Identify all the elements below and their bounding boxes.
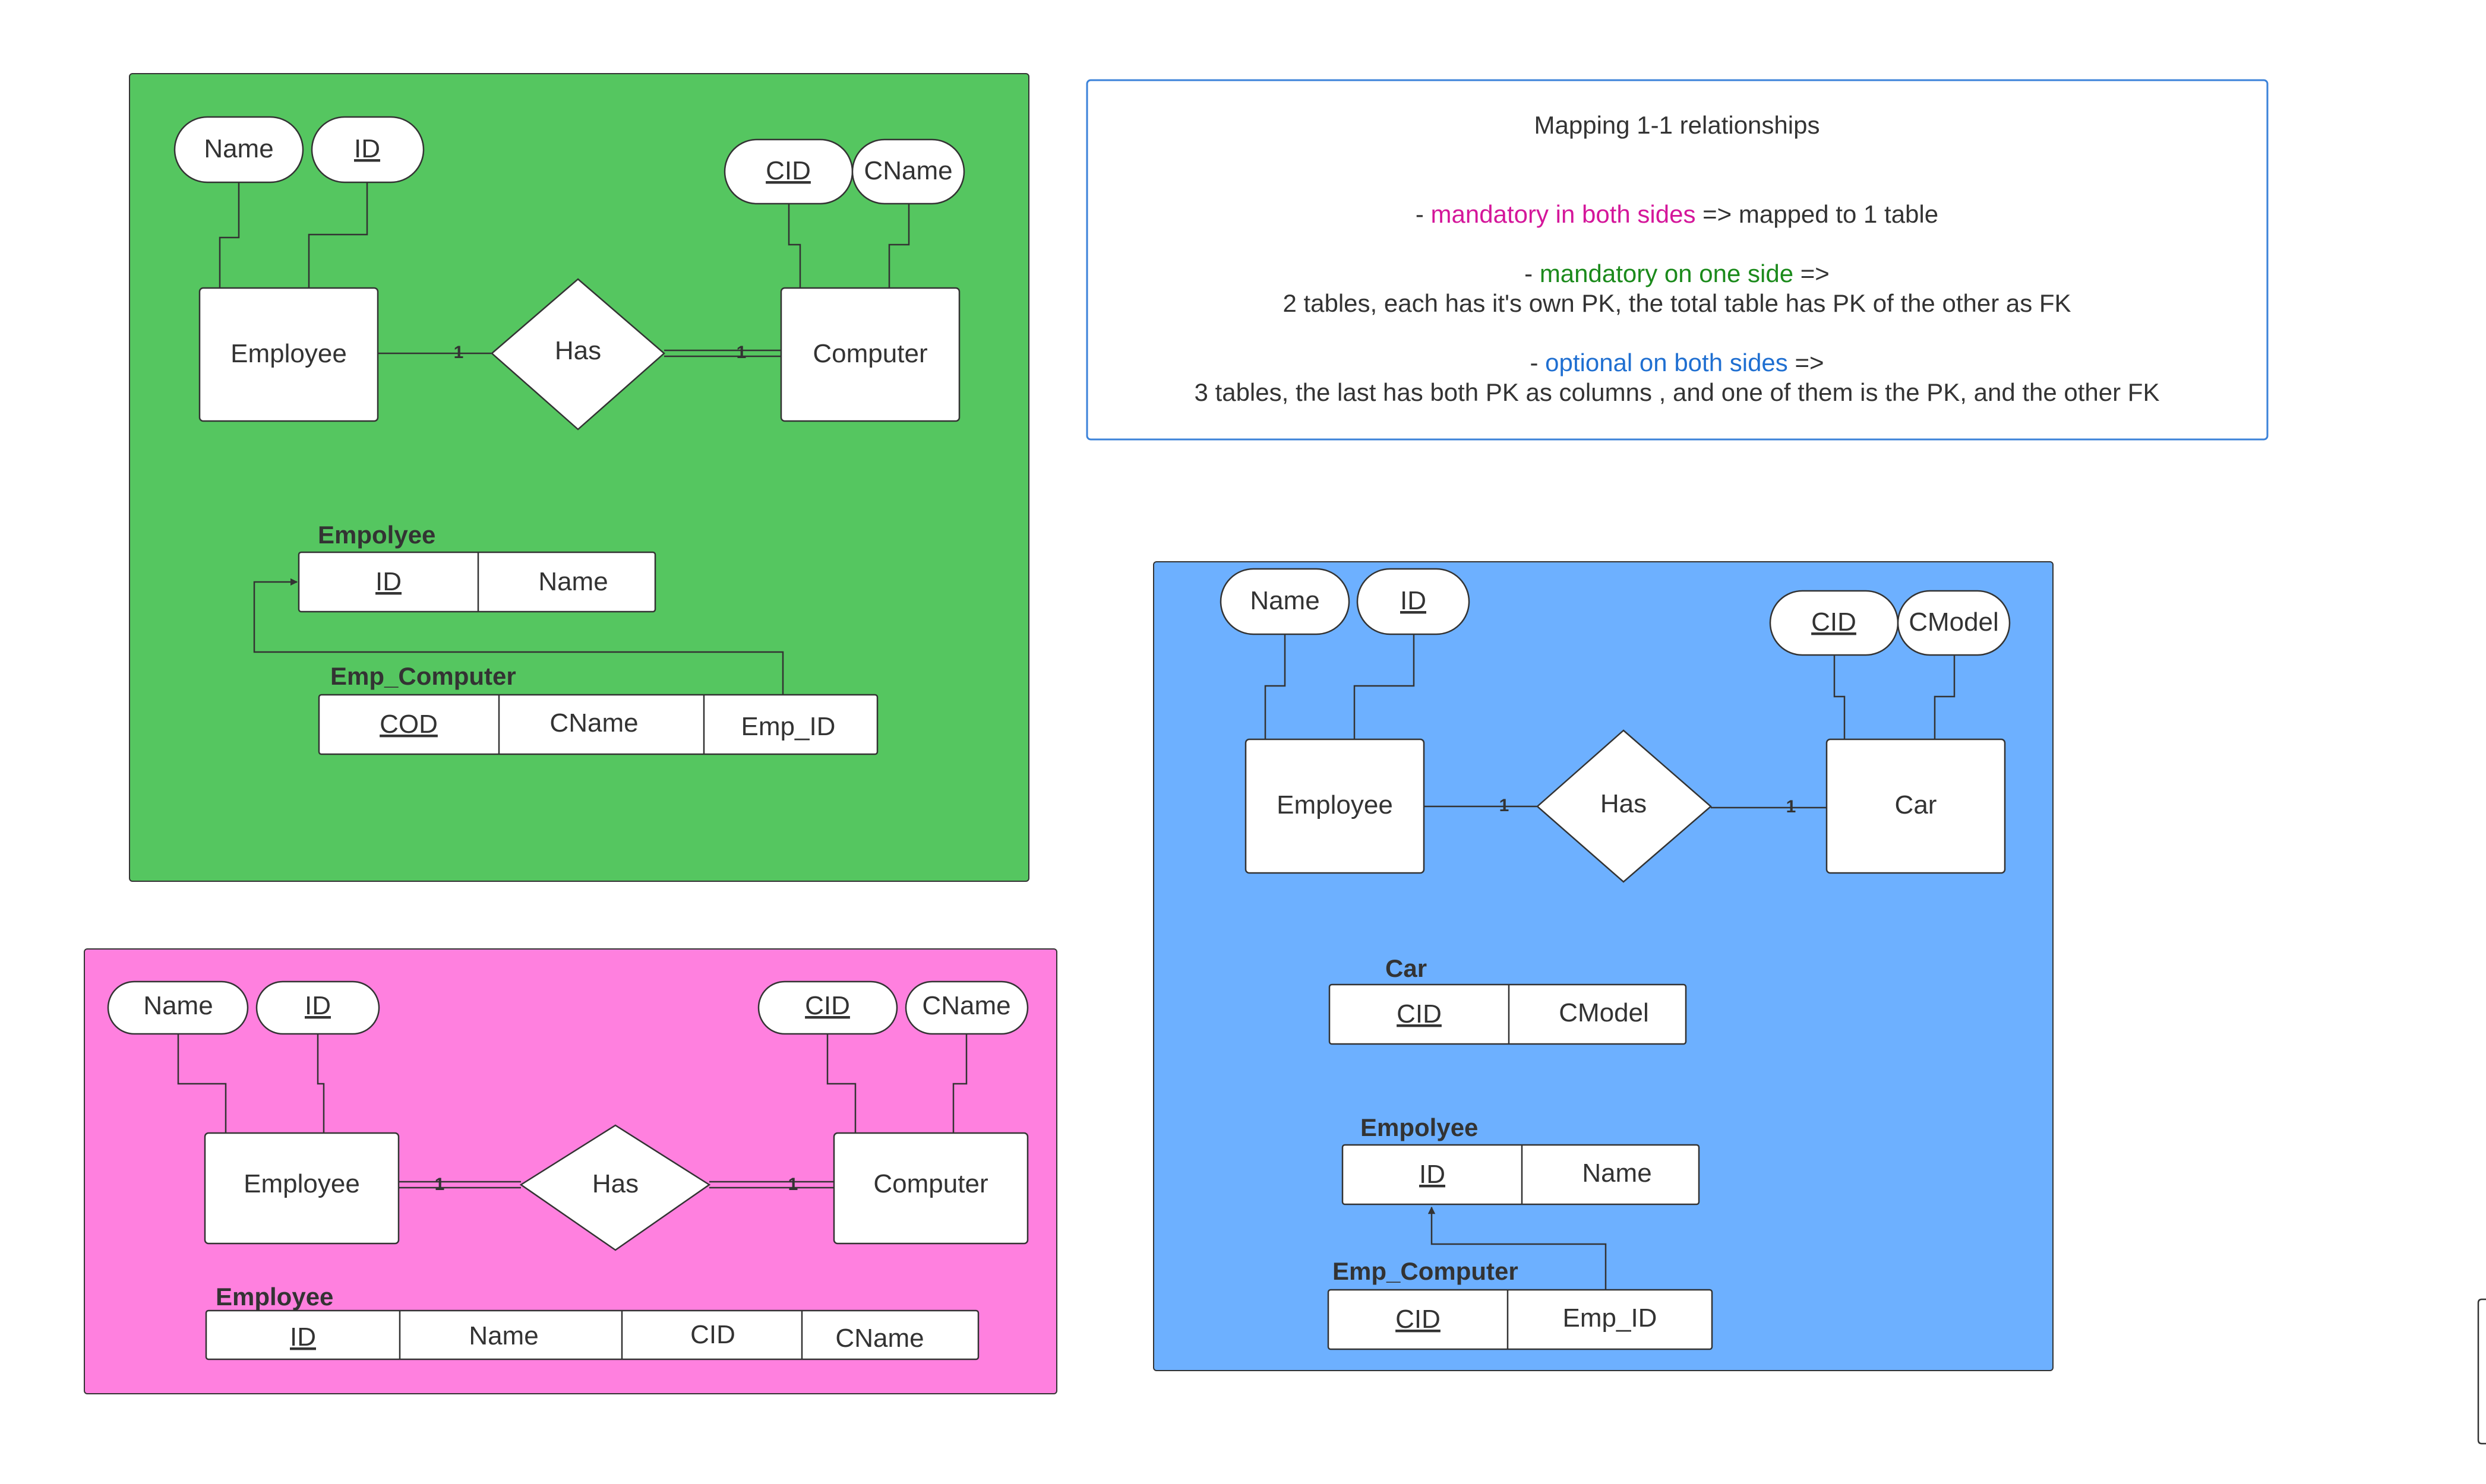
- attribute-cid[interactable]: CID: [1769, 590, 1899, 656]
- svg-text:ID: ID: [354, 134, 380, 163]
- svg-text:CID: CID: [1811, 607, 1856, 637]
- note-line-three-tables: 3 tables, the last has both PK as column…: [1195, 378, 2160, 406]
- attribute-id[interactable]: ID: [255, 980, 380, 1035]
- table-employee[interactable]: ID Name CID CName: [205, 1309, 980, 1360]
- note-optional-both-rest: =>: [1788, 349, 1824, 376]
- entity-car[interactable]: Car: [1825, 738, 2006, 874]
- svg-text:ID: ID: [1400, 586, 1426, 615]
- offscreen-shape-edge: [2477, 1298, 2486, 1445]
- svg-text:Computer: Computer: [813, 339, 927, 368]
- er-diagram-canvas: Mapping 1-1 relationships - mandatory in…: [84, 73, 2486, 1445]
- cardinality-label: 1: [454, 343, 464, 362]
- table-empolyee[interactable]: ID Name: [1341, 1144, 1700, 1205]
- green-panel[interactable]: Name ID CID CName 1 1 Employee Has Compu…: [129, 73, 1029, 882]
- table-cell: Name: [538, 567, 608, 596]
- note-title: Mapping 1-1 relationships: [1534, 111, 1820, 139]
- svg-text:Name: Name: [143, 991, 213, 1020]
- table-car[interactable]: CID CModel: [1328, 983, 1687, 1045]
- entity-computer[interactable]: Computer: [780, 287, 961, 422]
- table-emp-computer[interactable]: COD CName Emp_ID: [318, 694, 879, 755]
- table-cell: ID: [375, 567, 402, 596]
- svg-text:CID: CID: [766, 156, 811, 185]
- note-dash: -: [1530, 349, 1545, 376]
- attribute-cmodel[interactable]: CModel: [1897, 590, 2011, 656]
- svg-text:CID: CID: [805, 991, 850, 1020]
- table-name: Employee: [216, 1283, 333, 1311]
- svg-text:Computer: Computer: [873, 1169, 988, 1198]
- svg-text:Has: Has: [592, 1169, 639, 1198]
- table-cell: COD: [380, 710, 438, 739]
- table-name: Empolyee: [1360, 1113, 1478, 1141]
- note-dash: -: [1416, 200, 1431, 228]
- svg-text:Name: Name: [1250, 586, 1319, 615]
- table-cell: Name: [1582, 1159, 1651, 1188]
- attribute-id[interactable]: ID: [1356, 568, 1470, 635]
- entity-computer[interactable]: Computer: [833, 1132, 1029, 1245]
- cardinality-label: 1: [1786, 797, 1796, 817]
- attribute-cid[interactable]: CID: [757, 980, 898, 1035]
- svg-text:Employee: Employee: [244, 1169, 360, 1198]
- blue-panel[interactable]: Name ID CID CModel 1 1 Employee Has Car: [1153, 561, 2054, 1371]
- attribute-id[interactable]: ID: [311, 116, 425, 183]
- svg-text:Employee: Employee: [1277, 790, 1393, 819]
- table-cell: Name: [469, 1321, 538, 1350]
- cardinality-label: 1: [1499, 796, 1509, 815]
- table-cell: Emp_ID: [741, 712, 836, 741]
- table-name: Car: [1385, 954, 1427, 982]
- table-name: Emp_Computer: [1332, 1257, 1518, 1285]
- attribute-name[interactable]: Name: [107, 980, 249, 1035]
- attribute-cname[interactable]: CName: [851, 138, 965, 205]
- attribute-name[interactable]: Name: [1220, 568, 1350, 635]
- note-mandatory-one-rest: =>: [1793, 260, 1830, 287]
- note-mandatory-one-text: mandatory on one side: [1540, 260, 1793, 287]
- table-name: Empolyee: [318, 521, 435, 549]
- attribute-cid[interactable]: CID: [724, 138, 854, 205]
- svg-text:Has: Has: [1600, 789, 1647, 818]
- svg-text:ID: ID: [305, 991, 331, 1020]
- svg-text:CModel: CModel: [1909, 607, 1999, 637]
- entity-employee[interactable]: Employee: [1244, 738, 1425, 874]
- note-optional-both-text: optional on both sides: [1545, 349, 1788, 376]
- blue-panel-background: [1153, 561, 2054, 1371]
- table-empolyee[interactable]: ID Name: [298, 551, 656, 613]
- note-box[interactable]: Mapping 1-1 relationships - mandatory in…: [1086, 79, 2269, 441]
- svg-text:Has: Has: [555, 336, 601, 365]
- table-cell: Emp_ID: [1563, 1303, 1657, 1333]
- cardinality-label: 1: [435, 1175, 445, 1194]
- note-line-two-tables: 2 tables, each has it's own PK, the tota…: [1283, 289, 2071, 317]
- entity-employee[interactable]: Employee: [198, 287, 379, 422]
- cardinality-label: 1: [737, 343, 747, 362]
- pink-panel[interactable]: Name ID CID CName 1 1 Employee Has Compu…: [84, 948, 1057, 1394]
- note-dash: -: [1524, 260, 1540, 287]
- table-cell: CName: [835, 1324, 924, 1353]
- attribute-cname[interactable]: CName: [905, 980, 1029, 1035]
- table-emp-computer[interactable]: CID Emp_ID: [1327, 1289, 1713, 1350]
- note-line-mandatory-one: - mandatory on one side =>: [1524, 260, 1830, 287]
- table-cell: CName: [549, 708, 638, 738]
- table-cell: CID: [690, 1320, 735, 1349]
- attribute-name[interactable]: Name: [173, 116, 304, 183]
- svg-text:CName: CName: [922, 991, 1010, 1020]
- svg-text:Car: Car: [1895, 790, 1937, 819]
- svg-text:Name: Name: [204, 134, 273, 163]
- table-cell: CID: [1397, 999, 1442, 1029]
- svg-text:Employee: Employee: [230, 339, 347, 368]
- note-mandatory-both-rest: => mapped to 1 table: [1695, 200, 1938, 228]
- table-cell: ID: [290, 1322, 316, 1352]
- note-line-optional-both: - optional on both sides =>: [1530, 349, 1824, 376]
- cardinality-label: 1: [788, 1175, 798, 1194]
- table-cell: CModel: [1559, 998, 1649, 1027]
- note-mandatory-both-text: mandatory in both sides: [1431, 200, 1696, 228]
- entity-employee[interactable]: Employee: [204, 1132, 400, 1245]
- table-name: Emp_Computer: [330, 662, 516, 690]
- svg-text:CName: CName: [864, 156, 952, 185]
- note-line-mandatory-both: - mandatory in both sides => mapped to 1…: [1416, 200, 1938, 228]
- table-cell: CID: [1395, 1305, 1441, 1334]
- table-cell: ID: [1419, 1160, 1445, 1189]
